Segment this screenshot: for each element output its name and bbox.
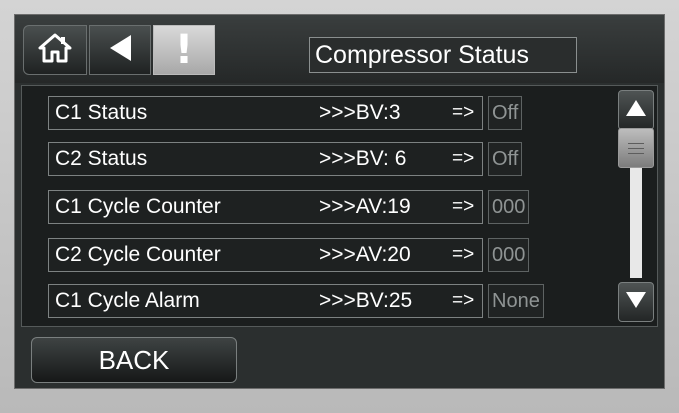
row-name: C1 Cycle Counter (55, 195, 221, 218)
row-label-box: C1 Cycle Counter >>>AV:19 => (48, 190, 483, 224)
row-value[interactable]: Off (488, 96, 523, 130)
row-arrow: => (452, 244, 475, 265)
row-label-box: C1 Status >>>BV:3 => (48, 96, 483, 130)
row-name: C1 Status (55, 101, 148, 124)
grip-line (628, 143, 644, 144)
triangle-down-icon (625, 291, 647, 314)
row-label-box: C1 Cycle Alarm >>>BV:25 => (48, 284, 483, 318)
row-value[interactable]: 000 (488, 190, 530, 224)
alert-button[interactable]: ! (153, 25, 215, 75)
grip-line (628, 148, 644, 149)
row-point-ref: >>>BV: 6 (319, 147, 407, 170)
triangle-up-icon (625, 99, 647, 122)
row-value[interactable]: 000 (488, 238, 530, 272)
row-arrow: => (452, 196, 475, 217)
grip-line (628, 153, 644, 154)
back-arrow-button[interactable] (89, 25, 151, 75)
row-value[interactable]: None (488, 284, 544, 318)
row-arrow: => (452, 148, 475, 169)
top-bar: ! Compressor Status (15, 15, 664, 83)
row-name: C1 Cycle Alarm (55, 289, 200, 312)
row-point-ref: >>>BV:25 (319, 289, 413, 312)
home-icon (38, 32, 72, 69)
hmi-screen: ! Compressor Status C1 Status >>>BV:3 =>… (14, 14, 665, 389)
back-button[interactable]: BACK (31, 337, 237, 383)
back-arrow-icon (107, 33, 133, 68)
row-point-ref: >>>AV:20 (319, 243, 411, 266)
alert-icon: ! (174, 27, 194, 73)
page-title: Compressor Status (309, 37, 577, 73)
row-name: C2 Cycle Counter (55, 243, 221, 266)
row-arrow: => (452, 102, 475, 123)
scroll-thumb[interactable] (618, 128, 654, 168)
status-list-panel: C1 Status >>>BV:3 => Off C2 Status >>>BV… (21, 85, 658, 327)
row-label-box: C2 Status >>>BV: 6 => (48, 142, 483, 176)
row-point-ref: >>>AV:19 (319, 195, 411, 218)
row-name: C2 Status (55, 147, 148, 170)
scroll-down-button[interactable] (618, 282, 654, 322)
scrollbar[interactable] (616, 86, 656, 326)
row-label-box: C2 Cycle Counter >>>AV:20 => (48, 238, 483, 272)
scroll-up-button[interactable] (618, 90, 654, 130)
row-arrow: => (452, 290, 475, 311)
row-value[interactable]: Off (488, 142, 523, 176)
row-point-ref: >>>BV:3 (319, 101, 401, 124)
home-button[interactable] (23, 25, 87, 75)
